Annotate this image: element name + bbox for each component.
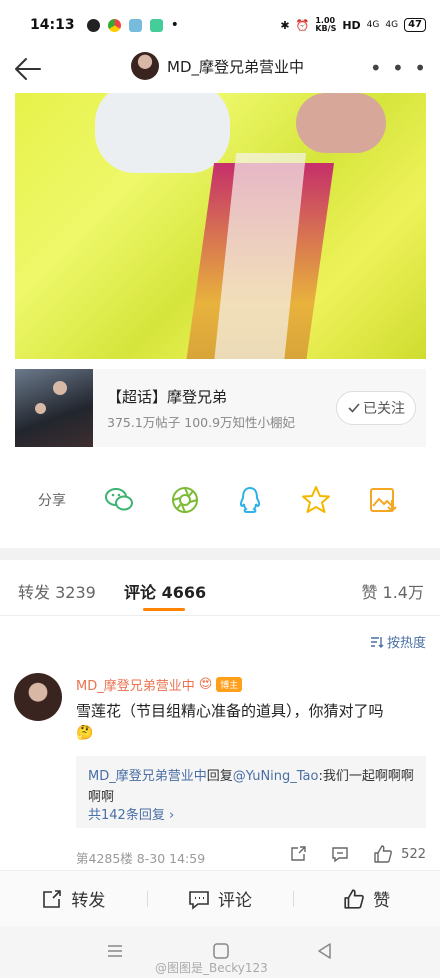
back-triangle-icon[interactable] bbox=[316, 942, 334, 960]
system-icons: ✱ ⏰ 1.00 KB/S HD 4G 4G 47 bbox=[280, 17, 426, 33]
notification-icons: • bbox=[86, 17, 179, 33]
signal-1: 4G bbox=[366, 20, 380, 30]
topic-name: 【超话】摩登兄弟 bbox=[107, 387, 228, 406]
dot-icon: • bbox=[170, 17, 179, 33]
signal-2: 4G bbox=[385, 20, 399, 30]
save-image-icon[interactable] bbox=[367, 484, 399, 516]
like-count: 522 bbox=[401, 846, 426, 862]
like-button[interactable]: 赞 bbox=[293, 871, 440, 926]
comment-button[interactable]: 评论 bbox=[146, 871, 294, 926]
reply-mention[interactable]: @YuNing_Tao bbox=[233, 769, 319, 784]
section-divider bbox=[0, 548, 440, 560]
sort-toggle[interactable]: 按热度 bbox=[370, 632, 426, 651]
thumb-face-1 bbox=[53, 381, 67, 395]
like-label: 赞 bbox=[373, 891, 391, 911]
followed-button[interactable]: 已关注 bbox=[336, 391, 416, 425]
qq-icon[interactable] bbox=[234, 484, 266, 516]
watermark: @图图是_Becky123 bbox=[155, 961, 268, 975]
more-dots-icon[interactable]: • • • bbox=[370, 56, 428, 80]
sort-label: 按热度 bbox=[386, 636, 426, 651]
tab-comment[interactable]: 评论 4666 bbox=[124, 579, 206, 603]
share-row: 分享 bbox=[0, 480, 440, 520]
thumb-face-2 bbox=[35, 403, 46, 414]
commenter-avatar[interactable] bbox=[14, 673, 62, 721]
status-bar: 14:13 • ✱ ⏰ 1.00 KB/S HD 4G 4G 47 bbox=[0, 0, 440, 50]
moments-icon[interactable] bbox=[169, 484, 201, 516]
chevron-right-icon: › bbox=[168, 808, 175, 823]
avatar[interactable] bbox=[131, 52, 159, 80]
heart-eyes-icon: 😍 bbox=[198, 677, 213, 692]
reply-count-link[interactable]: 共142条回复 › bbox=[88, 804, 174, 823]
share-out-icon[interactable] bbox=[289, 845, 307, 863]
topic-thumbnail bbox=[15, 369, 93, 447]
tab-like[interactable]: 赞 1.4万 bbox=[361, 579, 424, 603]
interaction-tabs: 转发 3239 评论 4666 赞 1.4万 bbox=[0, 560, 440, 616]
commenter-name-row: MD_摩登兄弟营业中 😍 博主 bbox=[76, 675, 243, 694]
comment-text[interactable]: 雪莲花（节目组精心准备的道具），你猜对了吗 🤔 bbox=[76, 700, 426, 744]
reply-user[interactable]: MD_摩登兄弟营业中 bbox=[88, 769, 207, 784]
wechat-icon[interactable] bbox=[103, 484, 135, 516]
post-image[interactable] bbox=[15, 93, 426, 359]
followed-label: 已关注 bbox=[363, 401, 405, 417]
net-speed: 1.00 KB/S bbox=[315, 16, 337, 33]
system-navigation-bar: @图图是_Becky123 bbox=[0, 926, 440, 978]
commenter-name[interactable]: MD_摩登兄弟营业中 bbox=[76, 675, 195, 694]
super-topic-card[interactable]: 【超话】摩登兄弟 375.1万帖子 100.9万知性小棚妃 已关注 bbox=[15, 369, 426, 447]
check-icon bbox=[348, 403, 360, 413]
reply-count: 共142条回复 bbox=[88, 808, 165, 823]
comment-like-button[interactable]: 522 bbox=[373, 844, 426, 864]
page-title[interactable]: MD_摩登兄弟营业中 bbox=[167, 56, 304, 77]
menu-icon[interactable] bbox=[106, 942, 124, 960]
comment-actions: 522 bbox=[289, 844, 426, 864]
app-notify-icon bbox=[128, 18, 142, 32]
clock: 14:13 bbox=[30, 17, 75, 33]
app2-notify-icon bbox=[149, 18, 163, 32]
repost-label: 转发 bbox=[71, 891, 106, 911]
hd-label: HD bbox=[342, 18, 361, 32]
home-icon[interactable] bbox=[212, 942, 230, 960]
sort-icon bbox=[370, 636, 384, 648]
battery-icon: 47 bbox=[404, 18, 426, 32]
reply-word: 回复 bbox=[206, 769, 233, 784]
wechat-notify-icon bbox=[86, 18, 100, 32]
active-tab-indicator bbox=[143, 608, 185, 611]
comment-icon bbox=[189, 890, 209, 910]
comment-label: 评论 bbox=[218, 891, 252, 911]
header-account[interactable]: MD_摩登兄弟营业中 bbox=[131, 52, 304, 80]
image-region-mask bbox=[95, 93, 230, 173]
comment-body: 雪莲花（节目组精心准备的道具），你猜对了吗 bbox=[76, 702, 384, 720]
chrome-notify-icon bbox=[107, 18, 121, 32]
image-region-hand bbox=[296, 93, 386, 153]
qzone-icon[interactable] bbox=[300, 484, 332, 516]
tab-repost[interactable]: 转发 3239 bbox=[18, 579, 96, 603]
author-badge: 博主 bbox=[216, 677, 243, 692]
topic-stats: 375.1万帖子 100.9万知性小棚妃 bbox=[107, 414, 296, 430]
repost-icon bbox=[43, 889, 62, 908]
comment-bubble-icon[interactable] bbox=[331, 845, 349, 863]
alarm-icon: ⏰ bbox=[295, 18, 310, 32]
comment-meta: 第4285楼 8-30 14:59 bbox=[76, 851, 206, 866]
bottom-action-bar: 转发 评论 赞 bbox=[0, 870, 440, 926]
topic-info: 【超话】摩登兄弟 375.1万帖子 100.9万知性小棚妃 bbox=[107, 386, 295, 431]
repost-button[interactable]: 转发 bbox=[0, 871, 147, 926]
thumbs-up-icon bbox=[374, 845, 393, 863]
share-label: 分享 bbox=[38, 493, 66, 509]
thumbs-up-icon bbox=[344, 888, 365, 909]
thinking-emoji-icon: 🤔 bbox=[76, 725, 94, 741]
bluetooth-icon: ✱ bbox=[280, 18, 290, 32]
header: MD_摩登兄弟营业中 • • • bbox=[0, 50, 440, 88]
arrow-left-icon[interactable] bbox=[12, 54, 44, 84]
